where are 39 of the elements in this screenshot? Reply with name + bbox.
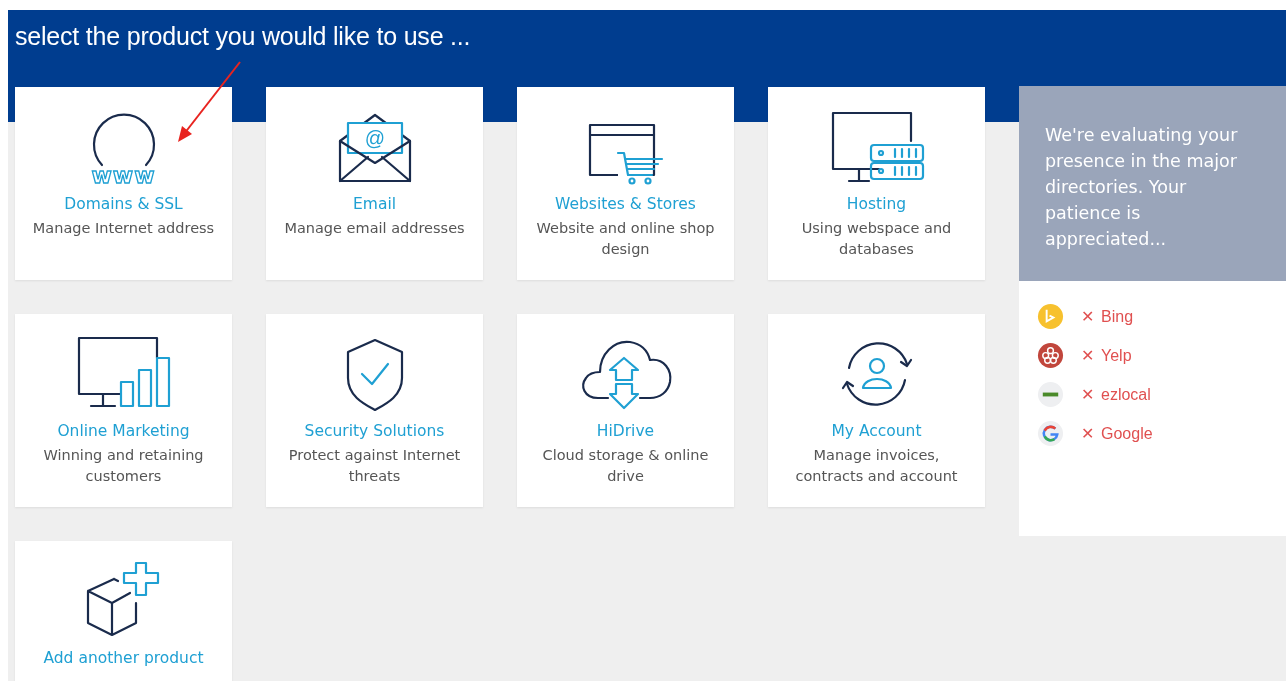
product-title: Hosting <box>846 195 907 213</box>
product-card[interactable]: www Domains & SSL Manage Internet address <box>15 87 232 280</box>
product-description: Cloud storage & online drive <box>541 446 710 486</box>
product-description: Manage Internet address <box>31 219 216 238</box>
product-title: Online Marketing <box>57 422 190 440</box>
status-mark: ✕ <box>1081 385 1094 404</box>
product-title: HiDrive <box>596 422 655 440</box>
status-mark: ✕ <box>1081 307 1094 326</box>
product-description: Website and online shop design <box>535 219 716 259</box>
product-description: Manage invoices, contracts and account <box>794 446 959 486</box>
product-title: Email <box>353 195 396 213</box>
www-label: www <box>91 167 156 185</box>
product-description: Using webspace and databases <box>800 219 953 259</box>
product-card[interactable]: Online Marketing Winning and retaining customers <box>15 314 232 507</box>
directory-name: Bing <box>1101 307 1134 326</box>
status-mark: ✕ <box>1081 346 1094 365</box>
product-description: Winning and retaining customers <box>42 446 205 486</box>
directory-name: Google <box>1101 424 1153 443</box>
directory-name: ezlocal <box>1101 385 1151 404</box>
product-title: My Account <box>831 422 922 440</box>
browser-cart-icon <box>587 123 664 185</box>
product-card[interactable]: Hosting Using webspace and databases <box>768 87 985 280</box>
status-message: We're evaluating your presence in the major directories. Your patience is appreciated... <box>1019 86 1286 281</box>
product-card[interactable]: HiDrive Cloud storage & online drive <box>517 314 734 507</box>
directory-name: Yelp <box>1101 346 1132 365</box>
product-card[interactable]: Websites & Stores Website and online shop design <box>517 87 734 280</box>
at-sign: @ <box>364 127 385 149</box>
shield-check-icon <box>345 338 404 412</box>
product-title: Websites & Stores <box>555 195 696 213</box>
page-title: select the product you would like to use ... <box>15 22 472 51</box>
product-title: Security Solutions <box>304 422 445 440</box>
product-description: Protect against Internet threats <box>287 446 462 486</box>
product-card[interactable]: @ Email Manage email addresses <box>266 87 483 280</box>
product-title: Domains & SSL <box>64 195 183 213</box>
product-card[interactable]: My Account Manage invoices, contracts and account <box>768 314 985 507</box>
product-card[interactable]: Security Solutions Protect against Internet threats <box>266 314 483 507</box>
product-title: Add another product <box>43 649 204 667</box>
status-mark: ✕ <box>1081 424 1094 443</box>
product-description: Manage email addresses <box>283 219 466 238</box>
